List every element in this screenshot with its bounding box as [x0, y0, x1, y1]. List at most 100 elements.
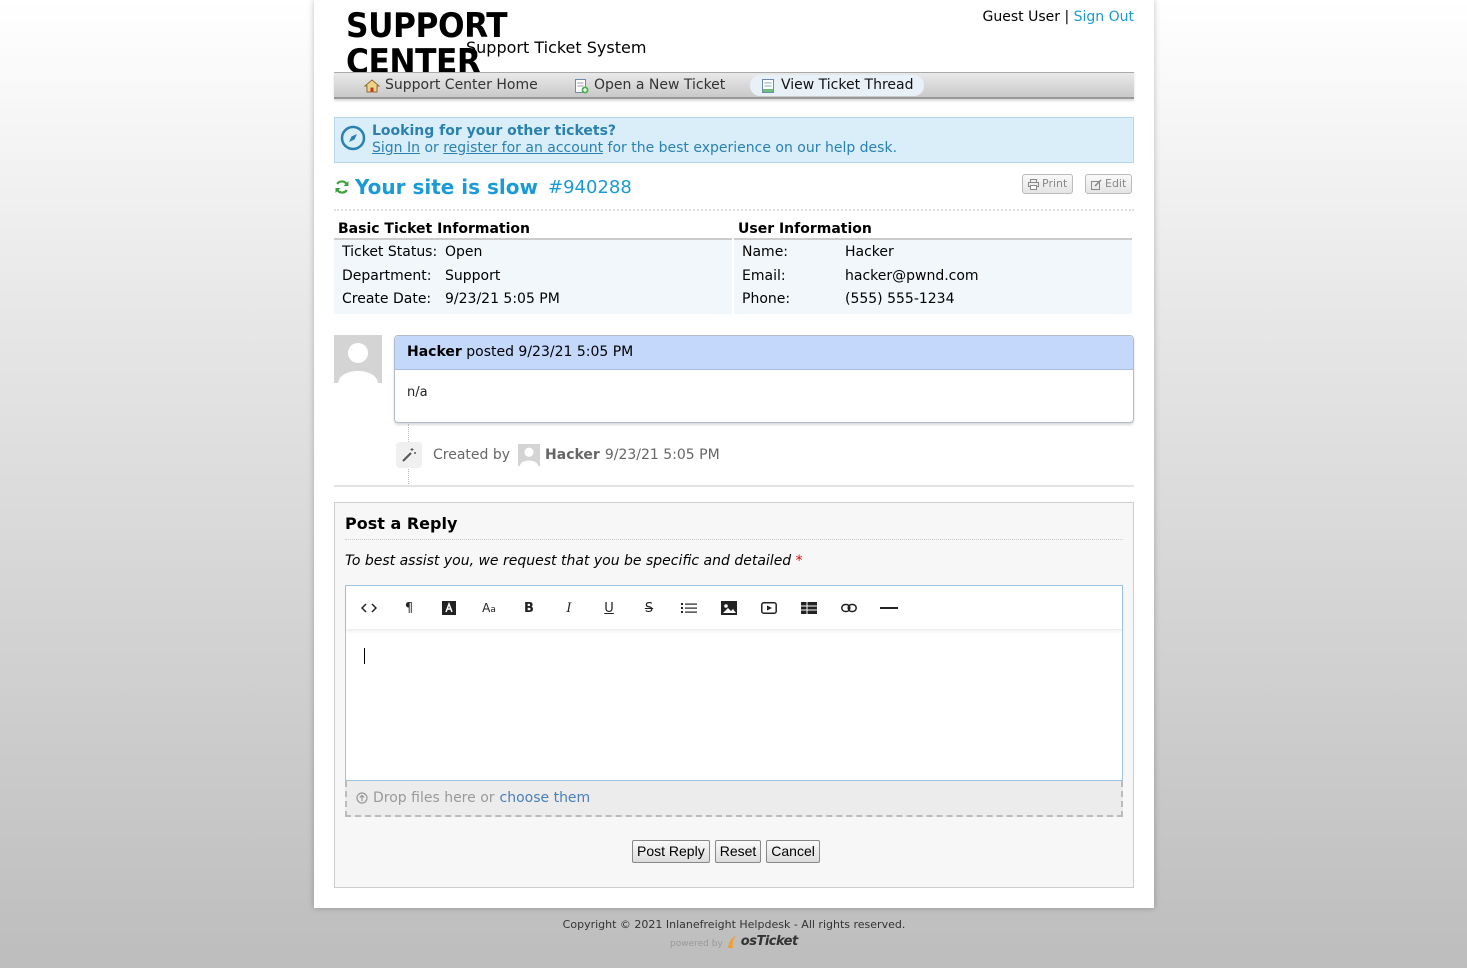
user-info: User Information Name: Hacker Email: hac…	[734, 218, 1132, 314]
sign-in-link[interactable]: Sign In	[372, 140, 420, 156]
info-key: Name:	[742, 244, 789, 260]
divider	[334, 485, 1134, 487]
avatar	[334, 335, 382, 383]
powered-by-osticket[interactable]: powered by osTicket	[670, 934, 798, 949]
paragraph-icon: ¶	[404, 600, 414, 616]
nav-label: View Ticket Thread	[781, 77, 914, 93]
code-view-icon	[361, 603, 377, 613]
event-prefix: Created by	[433, 447, 511, 463]
paragraph-button[interactable]: ¶	[394, 596, 424, 620]
horizontal-rule-icon	[880, 607, 898, 609]
message-author: Hacker	[407, 344, 462, 360]
home-icon	[364, 78, 380, 92]
strikethrough-button[interactable]: S	[634, 596, 664, 620]
info-value: Support	[445, 267, 501, 284]
post-reply-form: Post a Reply To best assist you, we requ…	[334, 502, 1134, 888]
ticket-number[interactable]: #940288	[548, 177, 632, 198]
event-icon-box	[396, 442, 422, 468]
user-silhouette-icon	[519, 447, 539, 466]
required-mark: *	[795, 553, 803, 569]
font-color-button[interactable]	[434, 596, 464, 620]
post-reply-button[interactable]: Post Reply	[632, 840, 710, 863]
info-key: Create Date:	[342, 291, 432, 307]
form-buttons: Post Reply Reset Cancel	[632, 840, 820, 863]
event-avatar	[518, 444, 541, 466]
register-link[interactable]: register for an account	[443, 140, 603, 156]
user-silhouette-icon	[338, 343, 378, 383]
powered-by-text: powered by	[670, 939, 723, 949]
font-size-icon: Aa	[482, 601, 496, 615]
info-row-name: Name: Hacker	[734, 241, 1132, 265]
reply-editor[interactable]: ¶ Aa B I U S	[345, 585, 1123, 781]
link-button[interactable]	[834, 596, 864, 620]
edit-label: Edit	[1105, 177, 1127, 190]
underline-button[interactable]: U	[594, 596, 624, 620]
ticket-title: Your site is slow #940288	[334, 175, 632, 199]
basic-ticket-info: Basic Ticket Information Ticket Status: …	[334, 218, 732, 314]
horizontal-rule-button[interactable]	[874, 596, 904, 620]
code-view-button[interactable]	[354, 596, 384, 620]
reply-heading: Post a Reply	[345, 514, 458, 533]
notice-or: or	[424, 140, 439, 156]
underline-icon: U	[604, 600, 614, 616]
sign-out-link[interactable]: Sign Out	[1074, 9, 1134, 25]
info-value: Hacker	[845, 244, 894, 260]
info-row-create-date: Create Date: 9/23/21 5:05 PM	[334, 288, 732, 312]
notice-title: Looking for your other tickets?	[372, 123, 617, 139]
logo[interactable]: SUPPORT CENTER Support Ticket System	[346, 8, 646, 80]
footer-copyright: Copyright © 2021 Inlanefreight Helpdesk …	[562, 918, 906, 931]
thread-event: Created by Hacker 9/23/21 5:05 PM	[396, 440, 720, 470]
print-button[interactable]: Print	[1022, 174, 1074, 194]
main-nav: Support Center Home Open a New Ticket Vi…	[334, 72, 1134, 99]
osticket-brand: osTicket	[740, 934, 798, 949]
page-container: SUPPORT CENTER Support Ticket System Gue…	[314, 0, 1154, 908]
file-dropzone[interactable]: Drop files here or choose them	[345, 781, 1123, 817]
video-button[interactable]	[754, 596, 784, 620]
refresh-icon[interactable]	[334, 179, 350, 195]
bold-button[interactable]: B	[514, 596, 544, 620]
info-value: 9/23/21 5:05 PM	[445, 291, 560, 307]
choose-files-link[interactable]: choose them	[500, 790, 591, 806]
ticket-subject: Your site is slow	[355, 175, 538, 199]
font-color-icon	[442, 601, 456, 615]
message-body: n/a	[407, 385, 428, 400]
nav-support-center-home[interactable]: Support Center Home	[354, 75, 548, 96]
video-icon	[761, 602, 777, 614]
info-value: Open	[445, 244, 483, 260]
ticket-thread-icon	[762, 78, 774, 93]
edit-button[interactable]: Edit	[1085, 174, 1133, 194]
user-info-heading: User Information	[734, 218, 1132, 240]
info-key: Department:	[342, 267, 432, 284]
message-header: Hacker posted 9/23/21 5:05 PM	[395, 336, 1133, 370]
thread-message: Hacker posted 9/23/21 5:05 PM n/a	[394, 335, 1134, 423]
guest-user-label: Guest User	[982, 9, 1060, 25]
list-icon	[681, 603, 697, 613]
image-button[interactable]	[714, 596, 744, 620]
edit-icon	[1091, 178, 1102, 190]
strikethrough-icon: S	[644, 600, 654, 616]
list-button[interactable]	[674, 596, 704, 620]
print-icon	[1028, 178, 1039, 190]
divider	[345, 539, 1123, 540]
nav-view-ticket-thread[interactable]: View Ticket Thread	[750, 75, 924, 96]
message-posted: posted 9/23/21 5:05 PM	[466, 344, 634, 360]
nav-label: Support Center Home	[385, 77, 538, 93]
separator: |	[1064, 9, 1070, 25]
divider	[334, 209, 1134, 211]
event-author: Hacker	[545, 447, 600, 463]
cancel-button[interactable]: Cancel	[766, 840, 820, 863]
text-cursor	[364, 648, 365, 664]
table-button[interactable]	[794, 596, 824, 620]
notice-rest: for the best experience on our help desk…	[607, 140, 898, 156]
reset-button[interactable]: Reset	[714, 840, 762, 863]
font-size-button[interactable]: Aa	[474, 596, 504, 620]
logo-subtitle: Support Ticket System	[466, 38, 647, 57]
info-key: Ticket Status:	[342, 244, 438, 260]
info-value: hacker@pwnd.com	[845, 267, 979, 284]
info-key: Email:	[742, 267, 786, 284]
italic-button[interactable]: I	[554, 596, 584, 620]
nav-label: Open a New Ticket	[594, 77, 726, 93]
instruction-text: To best assist you, we request that you …	[345, 553, 792, 569]
info-row-email: Email: hacker@pwnd.com	[734, 265, 1132, 289]
nav-open-new-ticket[interactable]: Open a New Ticket	[563, 75, 735, 96]
